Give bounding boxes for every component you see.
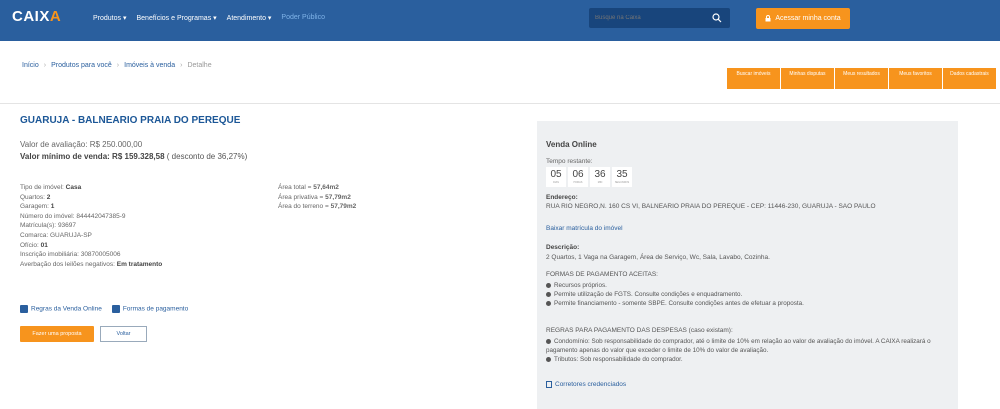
document-icon [546,381,552,388]
rules-heading: REGRAS PARA PAGAMENTO DAS DESPESAS (caso… [546,327,733,334]
access-account-label: Acessar minha conta [775,15,841,22]
logo-accent: A [49,8,62,25]
detail-row: Área do terreno = 57,79m2 [278,203,357,211]
description-label: Descrição: [546,244,580,251]
detail-row: Área total = 57,64m2 [278,184,339,191]
info-icon [546,292,551,298]
search-input[interactable] [595,13,705,23]
main-nav: Produtos ▾ Benefícios e Programas ▾ Aten… [93,14,325,22]
detail-row: Comarca: GUARUJA-SP [20,231,92,239]
access-account-button[interactable]: Acessar minha conta [756,8,850,29]
nav-atendimento[interactable]: Atendimento ▾ [227,14,272,22]
timer-seconds: 35 SEGUNDOS [612,167,632,187]
timer-hours: 06 HORAS [568,167,588,187]
list-item: Permite utilização de FGTS. Consulte con… [546,290,804,299]
nav-beneficios[interactable]: Benefícios e Programas ▾ [136,14,216,22]
search-box [589,8,730,28]
detail-row: Matrícula(s): 93697 [20,222,77,230]
breadcrumb-produtos[interactable]: Produtos para você [51,62,112,69]
nav-produtos[interactable]: Produtos ▾ [93,14,126,22]
lock-icon [765,15,771,22]
rules-icon [20,305,28,313]
payment-list: Recursos próprios. Permite utilização de… [546,281,804,309]
countdown-timer: 05 DIAS 06 HORAS 36 MIN 35 SEGUNDOS [546,167,632,187]
property-details-right: Área total = 57,64m2 Área privativa = 57… [278,183,356,212]
payment-link[interactable]: Formas de pagamento [111,305,188,313]
property-title: GUARUJA - BALNEARIO PRAIA DO PEREQUE [20,115,241,126]
meus-resultados-button[interactable]: Meus resultados [835,68,888,89]
detail-row: Número do imóvel: 844442047385-9 [20,212,126,220]
property-details-left: Tipo de imóvel: Casa Quartos: 2 Garagem:… [20,183,162,269]
address-text: RUA RIO NEGRO,N. 160 CS VI, BALNEARIO PR… [546,203,876,210]
meus-favoritos-button[interactable]: Meus favoritos [889,68,942,89]
payment-heading: FORMAS DE PAGAMENTO ACEITAS: [546,271,658,278]
list-item: Condomínio: Sob responsabilidade do comp… [546,338,931,355]
detail-row: Averbação dos leilões negativos: Em trat… [20,260,163,268]
nav-poder-publico[interactable]: Poder Público [281,14,325,22]
list-item: Recursos próprios. [546,281,804,290]
detail-row: Quartos: 2 [20,193,51,201]
timer-days: 05 DIAS [546,167,566,187]
payment-icon [111,305,120,313]
logo-text: CAIX [12,8,50,25]
top-navbar: CAIXA Produtos ▾ Benefícios e Programas … [0,0,1000,41]
info-icon [546,301,551,307]
back-button[interactable]: Voltar [100,326,147,342]
breadcrumb-imoveis[interactable]: Imóveis à venda [124,62,175,69]
breadcrumb-detalhe: Detalhe [187,62,212,69]
brokers-link[interactable]: Corretores credenciados [546,381,626,388]
caixa-logo[interactable]: CAIXA [12,8,61,25]
venda-online-panel: Venda Online Tempo restante: 05 DIAS 06 HO… [537,121,958,409]
property-links: Regras da Venda Online Formas de pagamen… [20,305,188,313]
panel-title: Venda Online [546,140,597,149]
minhas-disputas-button[interactable]: Minhas disputas [781,68,834,89]
info-icon [546,282,551,288]
detail-row: Inscrição imobiliária: 30870005006 [20,251,121,259]
make-proposal-button[interactable]: Fazer uma proposta [20,326,94,342]
description-text: 2 Quartos, 1 Vaga na Garagem, Área de Se… [546,254,770,261]
info-icon [546,338,551,344]
address-label: Endereço: [546,194,578,201]
list-item: Permite financiamento - somente SBPE. Co… [546,299,804,308]
rules-link[interactable]: Regras da Venda Online [20,305,102,313]
info-icon [546,357,551,363]
quick-actions: Buscar imóveis Minhas disputas Meus resu… [727,68,996,89]
valor-avaliacao: Valor de avaliação: R$ 250.000,00 [20,140,143,149]
detail-row: Área privativa = 57,79m2 [278,193,351,201]
dados-cadastrais-button[interactable]: Dados cadastrais [943,68,996,89]
valor-minimo: Valor mínimo de venda: R$ 159.328,58 ( d… [20,152,248,161]
detail-row: Ofício: 01 [20,241,48,249]
download-matricula-link[interactable]: Baixar matrícula do imóvel [546,225,623,232]
detail-row: Garagem: 1 [20,203,55,211]
rules-list: Condomínio: Sob responsabilidade do comp… [546,337,956,365]
divider [0,103,1000,104]
time-remaining-label: Tempo restante: [546,158,593,165]
search-icon[interactable] [712,13,722,23]
list-item: Tributos: Sob responsabilidade do compra… [546,355,956,364]
detail-row: Tipo de imóvel: Casa [20,184,82,191]
timer-minutes: 36 MIN [590,167,610,187]
buscar-imoveis-button[interactable]: Buscar imóveis [727,68,780,89]
breadcrumb-inicio[interactable]: Início [22,62,39,69]
breadcrumb: Início › Produtos para você › Imóveis à ve… [22,62,212,69]
